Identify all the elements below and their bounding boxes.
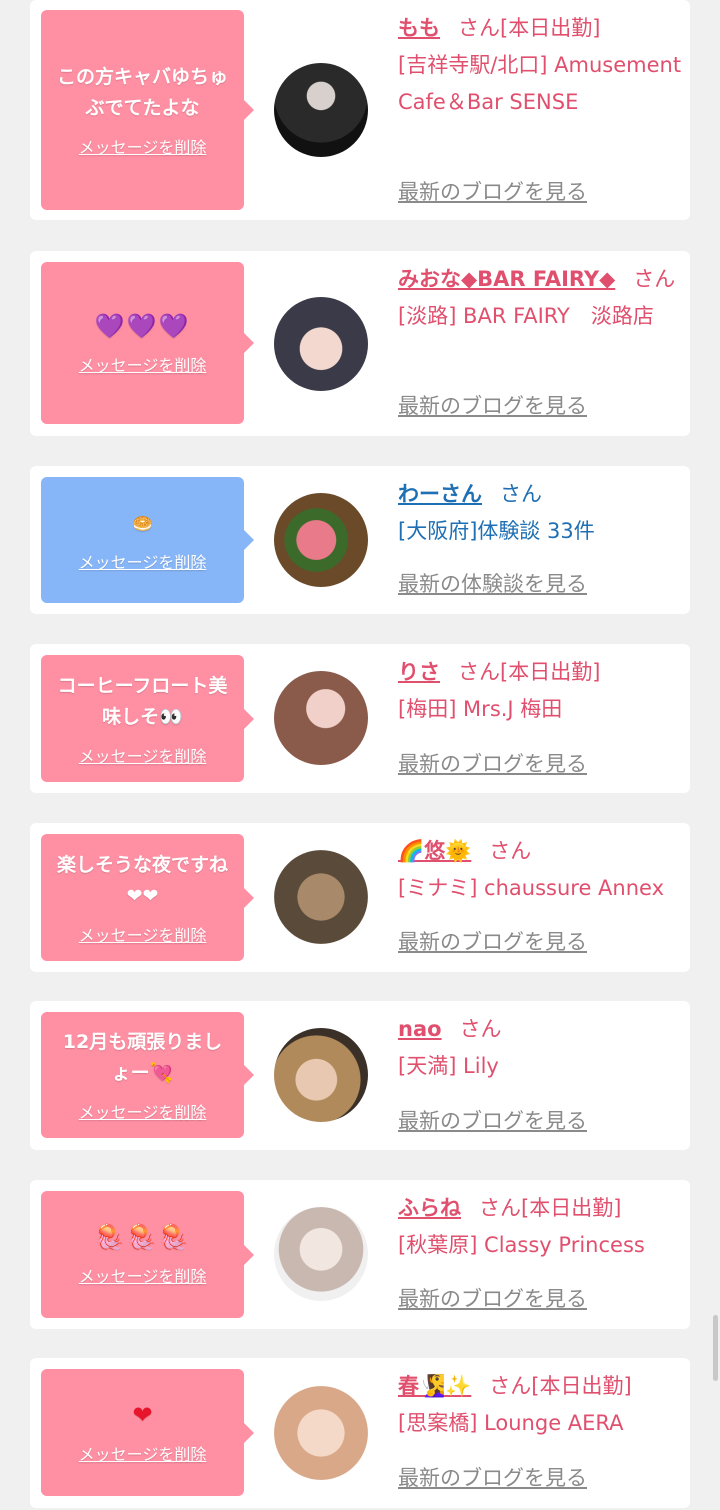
cast-info: りさ さん[本日出勤] [梅田] Mrs.J 梅田 — [398, 654, 683, 728]
cast-name-link[interactable]: もも — [398, 16, 440, 40]
cast-name-link[interactable]: 🌈悠🌞 — [398, 839, 471, 863]
shop-area[interactable]: [天満] Lily — [398, 1048, 683, 1085]
honorific: さん — [500, 482, 542, 506]
honorific-status: さん — [633, 267, 676, 291]
message-text: この方キャバゆちゅぶでてたよな — [56, 66, 228, 119]
delete-message-link[interactable]: メッセージを削除 — [79, 134, 207, 158]
cast-name-link[interactable]: りさ — [398, 660, 440, 684]
message-text: 💜💜💜 — [94, 311, 191, 340]
shop-area[interactable]: [ミナミ] chaussure Annex — [398, 870, 683, 907]
avatar[interactable] — [274, 63, 368, 157]
cast-name-link[interactable]: 春🧏‍♀️✨ — [398, 1374, 471, 1398]
message-card: 🪼🪼🪼 メッセージを削除 ふらね さん[本日出勤] [秋葉原] Classy Pr… — [30, 1180, 690, 1329]
scrollbar[interactable] — [713, 1315, 718, 1381]
message-text: 🥯 — [132, 513, 153, 533]
message-text: 12月も頑張りましょー💘 — [62, 1031, 223, 1084]
latest-blog-link[interactable]: 最新のブログを見る — [398, 748, 587, 778]
cast-info: もも さん[本日出勤] [吉祥寺駅/北口] Amusement Cafe＆Bar … — [398, 10, 683, 121]
avatar[interactable] — [274, 850, 368, 944]
cast-info: nao さん [天満] Lily — [398, 1011, 683, 1085]
message-card: ❤ メッセージを削除 春🧏‍♀️✨ さん[本日出勤] [思案橋] Lounge A… — [30, 1358, 690, 1508]
message-text: コーヒーフロート美味しそ👀 — [57, 674, 228, 728]
honorific-status: さん[本日出勤] — [458, 660, 601, 684]
delete-message-link[interactable]: メッセージを削除 — [79, 352, 207, 376]
latest-blog-link[interactable]: 最新のブログを見る — [398, 1105, 587, 1135]
latest-blog-link[interactable]: 最新のブログを見る — [398, 176, 587, 206]
delete-message-link[interactable]: メッセージを削除 — [79, 922, 207, 946]
avatar[interactable] — [274, 1207, 368, 1301]
message-card: 💜💜💜 メッセージを削除 みおな◆BAR FAIRY◆ さん [淡路] BAR F… — [30, 251, 690, 436]
shop-area[interactable]: [秋葉原] Classy Princess — [398, 1227, 683, 1264]
message-bubble: 🪼🪼🪼 メッセージを削除 — [41, 1191, 254, 1318]
message-card: 12月も頑張りましょー💘 メッセージを削除 nao さん [天満] Lily 最新… — [30, 1001, 690, 1150]
latest-blog-link[interactable]: 最新のブログを見る — [398, 1462, 587, 1492]
avatar[interactable] — [274, 671, 368, 765]
message-bubble: 🥯 メッセージを削除 — [41, 477, 254, 603]
message-bubble: 💜💜💜 メッセージを削除 — [41, 262, 254, 424]
user-name-link[interactable]: わーさん — [398, 482, 482, 506]
latest-blog-link[interactable]: 最新のブログを見る — [398, 926, 587, 956]
message-bubble: 12月も頑張りましょー💘 メッセージを削除 — [41, 1012, 254, 1138]
shop-area[interactable]: [吉祥寺駅/北口] Amusement Cafe＆Bar SENSE — [398, 47, 683, 121]
message-text: 🪼🪼🪼 — [94, 1223, 191, 1251]
message-bubble: この方キャバゆちゅぶでてたよな メッセージを削除 — [41, 10, 254, 210]
message-card: 楽しそうな夜ですね❤❤ メッセージを削除 🌈悠🌞 さん [ミナミ] chaussu… — [30, 823, 690, 972]
review-count[interactable]: [大阪府]体験談 33件 — [398, 513, 683, 550]
delete-message-link[interactable]: メッセージを削除 — [79, 1441, 207, 1465]
message-card: この方キャバゆちゅぶでてたよな メッセージを削除 もも さん[本日出勤] [吉祥寺… — [30, 0, 690, 220]
delete-message-link[interactable]: メッセージを削除 — [79, 1099, 207, 1123]
cast-name-link[interactable]: ふらね — [398, 1196, 461, 1220]
message-bubble: 楽しそうな夜ですね❤❤ メッセージを削除 — [41, 834, 254, 961]
honorific-status: さん[本日出勤] — [458, 16, 601, 40]
cast-info: わーさん さん [大阪府]体験談 33件 — [398, 476, 683, 550]
avatar[interactable] — [274, 493, 368, 587]
message-text: 楽しそうな夜ですね❤❤ — [56, 853, 228, 907]
delete-message-link[interactable]: メッセージを削除 — [79, 549, 207, 573]
cast-name-link[interactable]: nao — [398, 1017, 442, 1041]
message-bubble: コーヒーフロート美味しそ👀 メッセージを削除 — [41, 655, 254, 782]
honorific: さん — [459, 1017, 502, 1041]
message-card: コーヒーフロート美味しそ👀 メッセージを削除 りさ さん[本日出勤] [梅田] M… — [30, 644, 690, 793]
latest-blog-link[interactable]: 最新のブログを見る — [398, 390, 587, 420]
cast-info: みおな◆BAR FAIRY◆ さん [淡路] BAR FAIRY 淡路店 — [398, 261, 683, 335]
cast-info: 春🧏‍♀️✨ さん[本日出勤] [思案橋] Lounge AERA — [398, 1368, 683, 1442]
cast-info: 🌈悠🌞 さん [ミナミ] chaussure Annex — [398, 833, 683, 907]
message-text: ❤ — [132, 1401, 153, 1429]
avatar[interactable] — [274, 297, 368, 391]
shop-area[interactable]: [梅田] Mrs.J 梅田 — [398, 691, 683, 728]
honorific-status: さん[本日出勤] — [489, 1374, 632, 1398]
honorific-status: さん[本日出勤] — [479, 1196, 622, 1220]
shop-area[interactable]: [淡路] BAR FAIRY 淡路店 — [398, 298, 683, 335]
avatar[interactable] — [274, 1028, 368, 1122]
honorific: さん — [489, 839, 532, 863]
message-card: 🥯 メッセージを削除 わーさん さん [大阪府]体験談 33件 最新の体験談を見る — [30, 466, 690, 614]
cast-info: ふらね さん[本日出勤] [秋葉原] Classy Princess — [398, 1190, 683, 1264]
latest-review-link[interactable]: 最新の体験談を見る — [398, 568, 587, 598]
avatar[interactable] — [274, 1386, 368, 1480]
shop-area[interactable]: [思案橋] Lounge AERA — [398, 1405, 683, 1442]
cast-name-link[interactable]: みおな◆BAR FAIRY◆ — [398, 267, 615, 291]
delete-message-link[interactable]: メッセージを削除 — [79, 1263, 207, 1287]
delete-message-link[interactable]: メッセージを削除 — [79, 743, 207, 767]
message-bubble: ❤ メッセージを削除 — [41, 1369, 254, 1496]
latest-blog-link[interactable]: 最新のブログを見る — [398, 1283, 587, 1313]
